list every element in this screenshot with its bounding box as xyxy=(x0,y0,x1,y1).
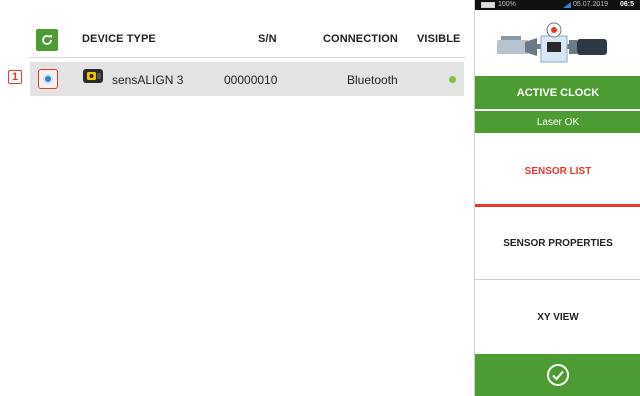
device-type-cell: sensALIGN 3 xyxy=(112,73,184,87)
refresh-button[interactable] xyxy=(36,29,58,51)
checkmark-circle-icon xyxy=(547,364,569,386)
status-date: 05.07.2019 xyxy=(573,1,609,8)
menu-item-sensor-properties[interactable]: SENSOR PROPERTIES xyxy=(475,207,640,279)
serial-number-cell: 00000010 xyxy=(224,73,278,87)
menu-item-xy-view[interactable]: XY VIEW xyxy=(475,280,640,354)
connection-cell: Bluetooth xyxy=(347,73,398,87)
battery-icon xyxy=(481,2,495,8)
sensor-list-main: DEVICE TYPE S/N CONNECTION VISIBLE 1 sen… xyxy=(0,0,474,396)
column-header-sn: S/N xyxy=(258,33,277,45)
refresh-icon xyxy=(42,34,53,45)
active-clock-button[interactable]: ACTIVE CLOCK xyxy=(475,76,640,109)
confirm-button[interactable] xyxy=(475,354,640,396)
sensor-device-icon xyxy=(83,69,103,83)
laser-status-bar: Laser OK xyxy=(475,111,640,133)
radio-selected-dot xyxy=(45,76,51,82)
battery-level: 100% xyxy=(498,1,516,8)
signal-icon xyxy=(563,2,571,8)
column-header-visible: VISIBLE xyxy=(417,33,461,45)
visible-status-dot xyxy=(449,76,456,83)
status-bar: 100% 05.07.2019 06:5 xyxy=(475,0,640,10)
sensor-select-radio[interactable] xyxy=(38,69,58,89)
column-header-connection: CONNECTION xyxy=(323,33,398,45)
menu-item-sensor-list[interactable]: SENSOR LIST xyxy=(475,138,640,204)
header-divider xyxy=(30,57,466,58)
row-callout-number: 1 xyxy=(8,70,22,84)
right-side-panel: 100% 05.07.2019 06:5 ACTIVE CLOCK Laser … xyxy=(474,0,640,396)
machine-train-icon xyxy=(497,22,607,63)
machine-train-graphic xyxy=(475,10,640,76)
column-header-device-type: DEVICE TYPE xyxy=(82,33,156,45)
status-time: 06:5 xyxy=(620,1,635,8)
